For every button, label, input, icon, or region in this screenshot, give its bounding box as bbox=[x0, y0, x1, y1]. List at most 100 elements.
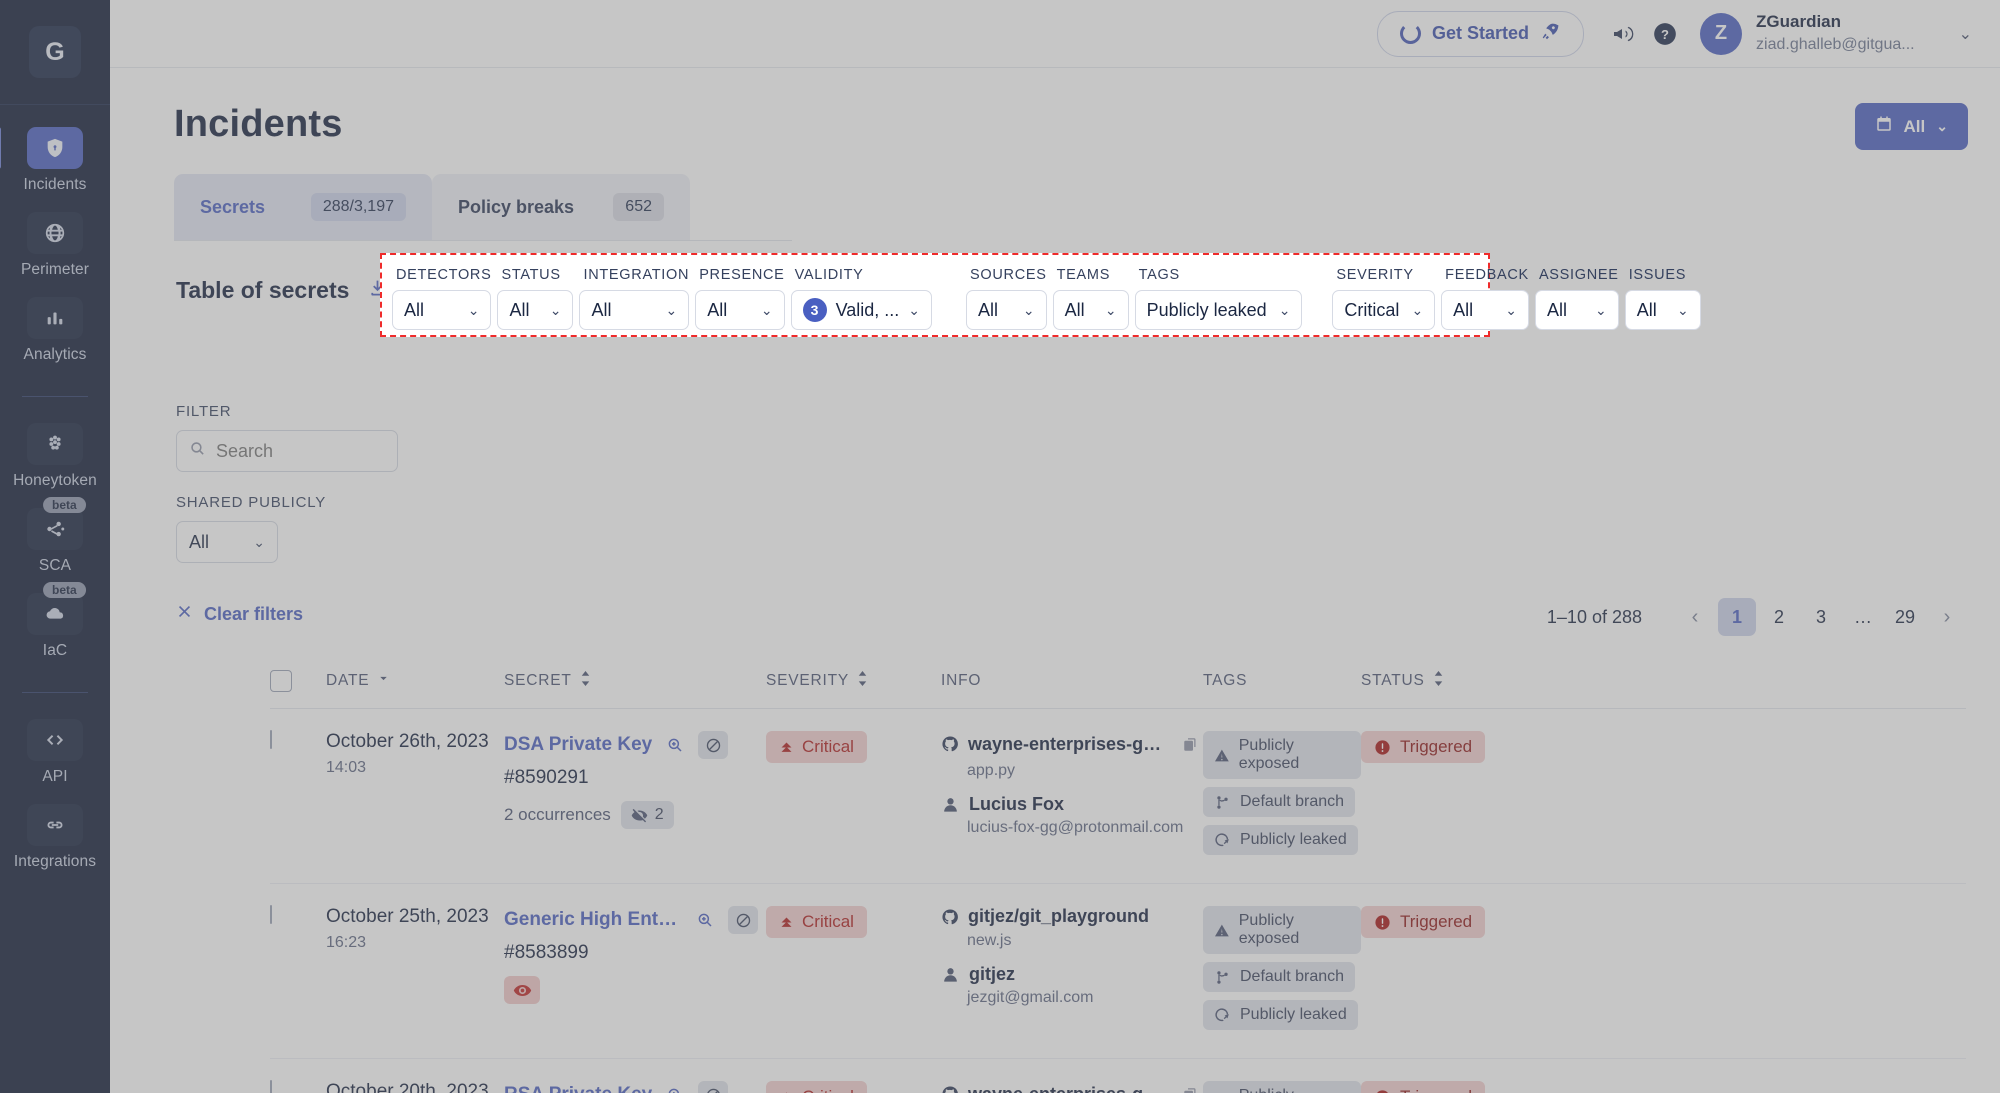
eye-badge[interactable] bbox=[504, 976, 540, 1004]
chevron-down-icon: ⌄ bbox=[1278, 301, 1291, 318]
megaphone-icon[interactable] bbox=[1602, 13, 1644, 55]
shared-publicly-select[interactable]: All ⌄ bbox=[176, 521, 278, 563]
chevrons-up-icon bbox=[781, 742, 792, 752]
filter-integration-select[interactable]: All ⌄ bbox=[579, 290, 690, 330]
tag-chip[interactable]: Publicly leaked bbox=[1203, 1000, 1358, 1030]
tag-chip[interactable]: Publicly exposed bbox=[1203, 731, 1361, 779]
select-all-checkbox[interactable] bbox=[270, 670, 292, 692]
cell-severity: Critical bbox=[766, 731, 941, 763]
get-started-button[interactable]: Get Started bbox=[1376, 10, 1585, 57]
filter-detectors-select[interactable]: All ⌄ bbox=[392, 290, 492, 330]
tag-chip[interactable]: Publicly exposed bbox=[1203, 1081, 1361, 1093]
column-header-secret[interactable]: SECRET bbox=[504, 671, 766, 691]
magnifier-plus-icon[interactable] bbox=[692, 907, 718, 933]
secret-link[interactable]: RSA Private Key bbox=[504, 1084, 652, 1093]
row-checkbox[interactable] bbox=[270, 905, 272, 924]
page-button-2[interactable]: 2 bbox=[1760, 598, 1798, 636]
shared-publicly-value: All bbox=[189, 531, 210, 552]
filter-presence-select[interactable]: All ⌄ bbox=[695, 290, 785, 330]
search-field[interactable] bbox=[176, 430, 398, 472]
alert-circle-icon bbox=[1375, 914, 1390, 930]
filter-status-select[interactable]: All ⌄ bbox=[497, 290, 574, 330]
chevron-right-icon[interactable]: › bbox=[1928, 598, 1966, 636]
sidebar-divider bbox=[22, 396, 88, 397]
filter-value: All bbox=[978, 299, 999, 320]
column-header-date[interactable]: DATE bbox=[326, 672, 504, 690]
rocket-icon bbox=[1540, 21, 1561, 47]
search-input[interactable] bbox=[216, 440, 366, 462]
ignore-icon[interactable] bbox=[728, 906, 758, 934]
magnifier-plus-icon[interactable] bbox=[662, 732, 688, 758]
tag-chip[interactable]: Publicly leaked bbox=[1203, 825, 1358, 855]
column-label: INFO bbox=[941, 672, 982, 689]
chevron-down-icon[interactable]: ⌄ bbox=[1959, 24, 1972, 44]
filter-sources-select[interactable]: All ⌄ bbox=[966, 290, 1047, 330]
table-row[interactable]: October 25th, 2023 16:23 Generic High En… bbox=[270, 884, 1966, 1059]
filter-assignee-select[interactable]: All ⌄ bbox=[1534, 290, 1619, 330]
user-meta[interactable]: ZGuardian ziad.ghalleb@gitgua... bbox=[1756, 11, 1915, 56]
sidebar: G Incidents Perimeter Analytics Honeytok… bbox=[0, 0, 110, 1093]
column-header-severity[interactable]: SEVERITY bbox=[766, 671, 941, 691]
sidebar-logo[interactable]: G bbox=[0, 0, 110, 105]
clear-filters-button[interactable]: Clear filters bbox=[176, 603, 426, 625]
filter-label: SOURCES bbox=[970, 267, 1047, 283]
filter-label: INTEGRATION bbox=[583, 267, 690, 283]
filter-issues-select[interactable]: All ⌄ bbox=[1624, 290, 1701, 330]
copy-icon[interactable] bbox=[1177, 731, 1203, 757]
column-header-status[interactable]: STATUS bbox=[1361, 671, 1521, 691]
table-row[interactable]: October 26th, 2023 14:03 DSA Private Key… bbox=[270, 709, 1966, 884]
file-name: new.js bbox=[967, 932, 1012, 949]
ignore-icon[interactable] bbox=[698, 1081, 729, 1093]
date-range-filter-button[interactable]: All ⌄ bbox=[1854, 103, 1968, 150]
sort-updown-icon bbox=[1433, 671, 1444, 691]
incidents-table: DATE SECRET SEVERITY INFO TAGS STATUS Oc… bbox=[270, 656, 1966, 1093]
repo-name[interactable]: gitjez/git_playground bbox=[968, 906, 1149, 927]
sidebar-item-perimeter[interactable]: Perimeter bbox=[0, 212, 110, 279]
secret-id: #8590291 bbox=[504, 767, 589, 788]
chevron-down-icon: ⌄ bbox=[1676, 301, 1689, 318]
tag-chip[interactable]: Default branch bbox=[1203, 787, 1356, 817]
chevron-down-icon: ⌄ bbox=[1594, 301, 1607, 318]
filter-presence: PRESENCE All ⌄ bbox=[695, 263, 785, 330]
tab-policy-breaks[interactable]: Policy breaks 652 bbox=[432, 174, 690, 240]
sidebar-item-iac[interactable]: beta IaC bbox=[0, 582, 110, 660]
sidebar-item-honeytoken[interactable]: Honeytoken bbox=[0, 423, 110, 490]
magnifier-plus-icon[interactable] bbox=[662, 1082, 688, 1093]
cell-info: wayne-enterprises-gg/publ... app.py Luci… bbox=[941, 731, 1203, 837]
row-checkbox[interactable] bbox=[270, 730, 272, 749]
sidebar-item-incidents[interactable]: Incidents bbox=[0, 127, 110, 194]
filter-severity-select[interactable]: Critical ⌄ bbox=[1332, 290, 1436, 330]
page-button-1[interactable]: 1 bbox=[1718, 598, 1756, 636]
tag-label: Publicly exposed bbox=[1238, 912, 1300, 947]
tab-secrets[interactable]: Secrets 288/3,197 bbox=[174, 174, 432, 240]
tab-count: 288/3,197 bbox=[310, 193, 406, 221]
ignore-icon[interactable] bbox=[698, 731, 729, 759]
page-button-3[interactable]: 3 bbox=[1802, 598, 1840, 636]
loading-ring-icon bbox=[1399, 23, 1421, 44]
table-row[interactable]: October 20th, 2023 21:03 RSA Private Key… bbox=[270, 1059, 1966, 1093]
sidebar-item-analytics[interactable]: Analytics bbox=[0, 297, 110, 364]
sidebar-item-label: Integrations bbox=[13, 853, 97, 870]
page-button-29[interactable]: 29 bbox=[1886, 598, 1924, 636]
secret-link[interactable]: Generic High Entropy Secr... bbox=[504, 909, 682, 931]
avatar[interactable]: Z bbox=[1700, 12, 1743, 55]
filter-validity-select[interactable]: 3 Valid, ... ⌄ bbox=[790, 290, 932, 330]
secret-link[interactable]: DSA Private Key bbox=[504, 734, 652, 756]
sidebar-item-sca[interactable]: beta SCA bbox=[0, 497, 110, 575]
filter-tags-select[interactable]: Publicly leaked ⌄ bbox=[1134, 290, 1303, 330]
chevron-left-icon[interactable]: ‹ bbox=[1676, 598, 1714, 636]
severity-badge: Critical bbox=[766, 1081, 867, 1093]
sidebar-item-integrations[interactable]: Integrations bbox=[0, 804, 110, 871]
repo-name[interactable]: wayne-enterprises-gg/publ... bbox=[968, 1084, 1168, 1093]
row-checkbox[interactable] bbox=[270, 1080, 272, 1093]
filter-feedback-select[interactable]: All ⌄ bbox=[1441, 290, 1529, 330]
tag-label: Publicly leaked bbox=[1240, 1006, 1347, 1023]
tag-chip[interactable]: Default branch bbox=[1203, 962, 1356, 992]
sidebar-item-api[interactable]: API bbox=[0, 719, 110, 786]
filter-teams-select[interactable]: All ⌄ bbox=[1052, 290, 1129, 330]
hidden-occurrences-chip[interactable]: 2 bbox=[620, 801, 674, 829]
copy-icon[interactable] bbox=[1177, 1081, 1203, 1093]
help-circle-icon[interactable]: ? bbox=[1644, 13, 1686, 55]
tag-chip[interactable]: Publicly exposed bbox=[1203, 906, 1361, 954]
repo-name[interactable]: wayne-enterprises-gg/publ... bbox=[968, 734, 1168, 755]
